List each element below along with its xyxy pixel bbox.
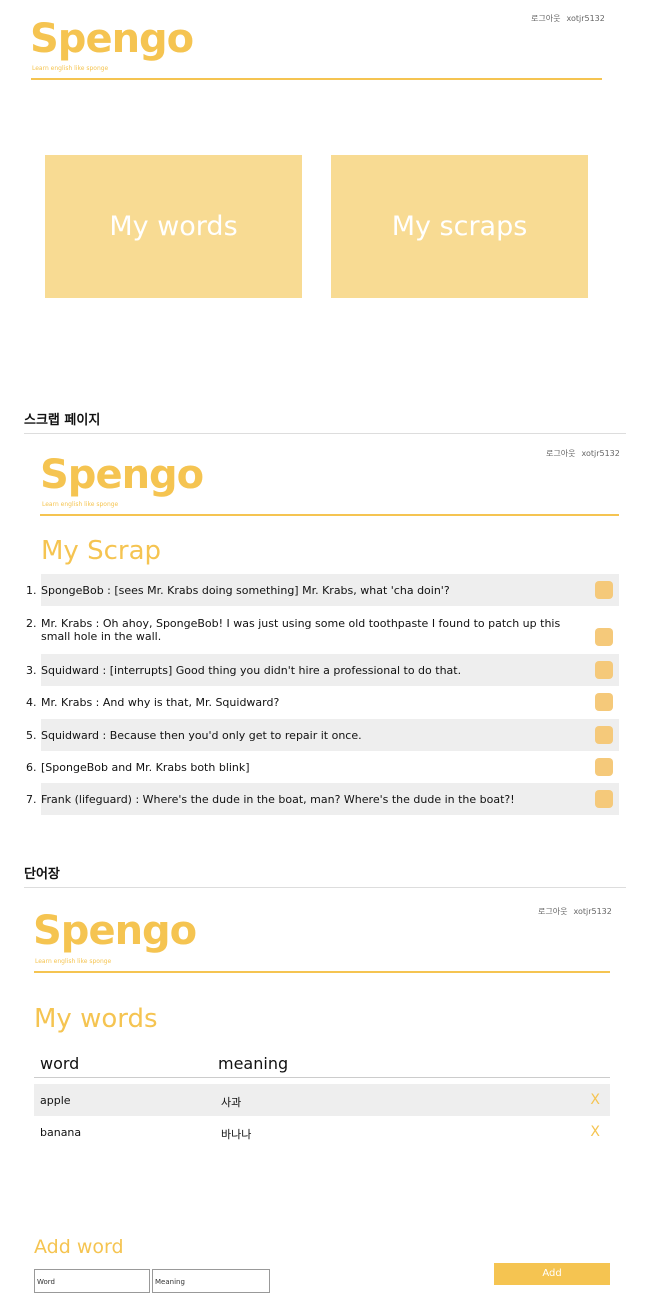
add-word-heading: Add word	[34, 1236, 124, 1258]
scrap-item-number: 7.	[26, 792, 37, 806]
logout-link[interactable]: 로그아웃	[546, 449, 575, 458]
logout-link[interactable]: 로그아웃	[531, 14, 560, 23]
scrap-item-text: Frank (lifeguard) : Where's the dude in …	[41, 792, 515, 806]
scrap-checkbox[interactable]	[595, 628, 613, 646]
header-user-area: 로그아웃 xotjr5132	[525, 13, 605, 24]
header-user-area: 로그아웃 xotjr5132	[540, 448, 620, 459]
word-row: banana 바나나 X	[34, 1116, 610, 1148]
my-words-tile[interactable]: My words	[45, 155, 302, 298]
scrap-checkbox[interactable]	[595, 661, 613, 679]
scrap-item-text: Squidward : Because then you'd only get …	[41, 728, 362, 742]
scrap-item: 5. Squidward : Because then you'd only g…	[26, 719, 619, 751]
meaning-input[interactable]: Meaning	[152, 1269, 270, 1293]
brand-tagline: Learn english like sponge	[32, 65, 109, 72]
scrap-item-number: 6.	[26, 760, 37, 774]
word-cell: apple	[40, 1094, 71, 1107]
scrap-checkbox[interactable]	[595, 758, 613, 776]
header-rule	[31, 78, 602, 80]
header-rule	[34, 971, 610, 973]
brand-logo[interactable]: Spengo	[33, 908, 197, 954]
scrap-item-text: [SpongeBob and Mr. Krabs both blink]	[41, 760, 250, 774]
section-heading-words: 단어장	[24, 867, 60, 882]
username: xotjr5132	[581, 449, 620, 458]
username: xotjr5132	[566, 14, 605, 23]
scrap-checkbox[interactable]	[595, 581, 613, 599]
my-scraps-tile-label: My scraps	[391, 211, 528, 242]
scrap-item: 4. Mr. Krabs : And why is that, Mr. Squi…	[26, 686, 619, 718]
brand-logo[interactable]: Spengo	[30, 16, 194, 62]
meaning-cell: 바나나	[221, 1128, 252, 1141]
page-title: My words	[34, 1004, 158, 1034]
brand-logo[interactable]: Spengo	[40, 452, 204, 498]
scrap-item-text: Mr. Krabs : And why is that, Mr. Squidwa…	[41, 695, 280, 709]
meaning-cell: 사과	[221, 1096, 242, 1109]
word-input-placeholder: Word	[37, 1278, 55, 1286]
word-cell: banana	[40, 1126, 82, 1139]
meaning-input-placeholder: Meaning	[155, 1278, 185, 1286]
header-rule	[40, 514, 619, 516]
scrap-item: 2. Mr. Krabs : Oh ahoy, SpongeBob! I was…	[26, 612, 619, 652]
scrap-item: 6. [SpongeBob and Mr. Krabs both blink]	[26, 751, 619, 783]
my-scraps-tile[interactable]: My scraps	[331, 155, 588, 298]
logout-link[interactable]: 로그아웃	[538, 907, 567, 916]
scrap-item-number: 2.	[26, 617, 37, 630]
delete-word-button[interactable]: X	[590, 1092, 600, 1108]
scrap-item-text: Mr. Krabs : Oh ahoy, SpongeBob! I was ju…	[41, 617, 561, 643]
page-title: My Scrap	[41, 536, 162, 566]
brand-tagline: Learn english like sponge	[35, 958, 112, 965]
my-words-tile-label: My words	[109, 211, 238, 242]
section-divider	[24, 433, 626, 434]
delete-word-button[interactable]: X	[590, 1124, 600, 1140]
section-divider	[24, 887, 626, 888]
scrap-item-number: 4.	[26, 695, 37, 709]
scrap-item-number: 3.	[26, 663, 37, 677]
word-row: apple 사과 X	[34, 1084, 610, 1116]
scrap-item: 1. SpongeBob : [sees Mr. Krabs doing som…	[26, 574, 619, 606]
column-header-word: word	[40, 1054, 80, 1073]
table-header-divider	[34, 1077, 610, 1078]
scrap-item-number: 1.	[26, 583, 37, 597]
header-user-area: 로그아웃 xotjr5132	[532, 906, 612, 917]
brand-tagline: Learn english like sponge	[42, 501, 119, 508]
section-heading-scrap: 스크랩 페이지	[24, 413, 101, 428]
scrap-item-text: Squidward : [interrupts] Good thing you …	[41, 663, 462, 677]
scrap-item-number: 5.	[26, 728, 37, 742]
scrap-item-text: SpongeBob : [sees Mr. Krabs doing someth…	[41, 583, 450, 597]
username: xotjr5132	[573, 907, 612, 916]
column-header-meaning: meaning	[218, 1054, 289, 1073]
add-word-button[interactable]: Add	[494, 1263, 610, 1285]
scrap-item: 7. Frank (lifeguard) : Where's the dude …	[26, 783, 619, 815]
scrap-checkbox[interactable]	[595, 790, 613, 808]
word-input[interactable]: Word	[34, 1269, 150, 1293]
scrap-item: 3. Squidward : [interrupts] Good thing y…	[26, 654, 619, 686]
scrap-checkbox[interactable]	[595, 693, 613, 711]
scrap-checkbox[interactable]	[595, 726, 613, 744]
